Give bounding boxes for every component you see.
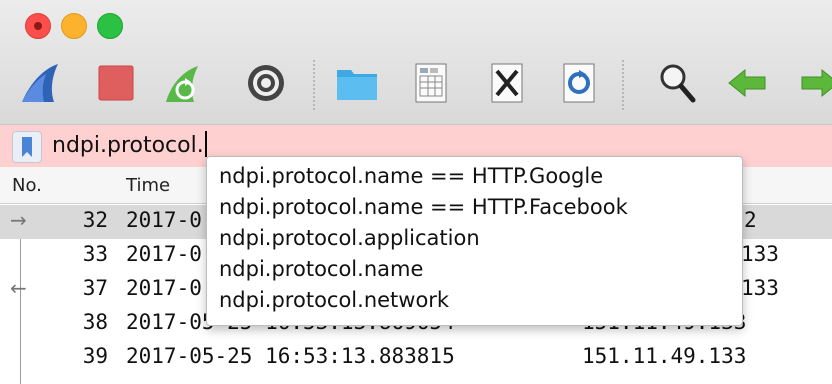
bookmark-icon [22, 137, 32, 157]
column-header-no[interactable]: No. [12, 175, 42, 196]
cell-source: 133 [741, 242, 779, 266]
minimize-window-button[interactable] [61, 13, 87, 39]
cell-time: 2017-0 [126, 208, 202, 232]
go-forward-icon[interactable] [796, 60, 832, 106]
display-filter-text: ndpi.protocol. [52, 131, 207, 161]
maximize-window-button[interactable] [97, 13, 123, 39]
text-caret [204, 131, 207, 157]
cell-time: 2017-0 [126, 242, 202, 266]
shark-fin-start-icon[interactable] [18, 60, 64, 106]
autocomplete-item[interactable]: ndpi.protocol.application [207, 223, 742, 254]
cell-time: 2017-05-25 16:53:13.883815 [126, 344, 455, 368]
close-file-icon[interactable] [484, 60, 530, 106]
restart-capture-icon[interactable] [160, 60, 206, 106]
cell-no: 39 [82, 344, 108, 368]
cell-no: 33 [82, 242, 108, 266]
window-toolbar [0, 0, 832, 124]
autocomplete-item[interactable]: ndpi.protocol.name == HTTP.Google [207, 161, 742, 192]
close-window-button[interactable] [25, 13, 51, 39]
find-packet-icon[interactable] [655, 60, 701, 106]
filter-autocomplete-popup: ndpi.protocol.name == HTTP.Google ndpi.p… [206, 156, 743, 326]
open-folder-icon[interactable] [334, 60, 380, 106]
autocomplete-item[interactable]: ndpi.protocol.name [207, 254, 742, 285]
cell-time: 2017-0 [126, 276, 202, 300]
go-back-icon[interactable] [725, 60, 771, 106]
toolbar-separator [622, 60, 624, 110]
stop-capture-icon[interactable] [93, 60, 139, 106]
column-header-time[interactable]: Time [126, 175, 170, 196]
cell-no: 32 [82, 208, 108, 232]
cell-source: 151.11.49.133 [582, 344, 747, 368]
capture-options-icon[interactable] [243, 60, 289, 106]
related-arrow-icon: ← [10, 276, 27, 300]
cell-no: 37 [82, 276, 108, 300]
cell-source: 133 [741, 276, 779, 300]
autocomplete-item[interactable]: ndpi.protocol.network [207, 285, 742, 316]
related-arrow-icon: → [10, 208, 27, 232]
cell-no: 38 [82, 310, 108, 334]
autocomplete-item[interactable]: ndpi.protocol.name == HTTP.Facebook [207, 192, 742, 223]
cell-source: 2 [744, 208, 757, 232]
save-file-icon[interactable] [408, 60, 454, 106]
table-row[interactable]: 39 2017-05-25 16:53:13.883815 151.11.49.… [0, 341, 832, 375]
reload-file-icon[interactable] [556, 60, 602, 106]
toolbar-separator [313, 60, 315, 110]
filter-bookmark-button[interactable] [12, 131, 42, 163]
